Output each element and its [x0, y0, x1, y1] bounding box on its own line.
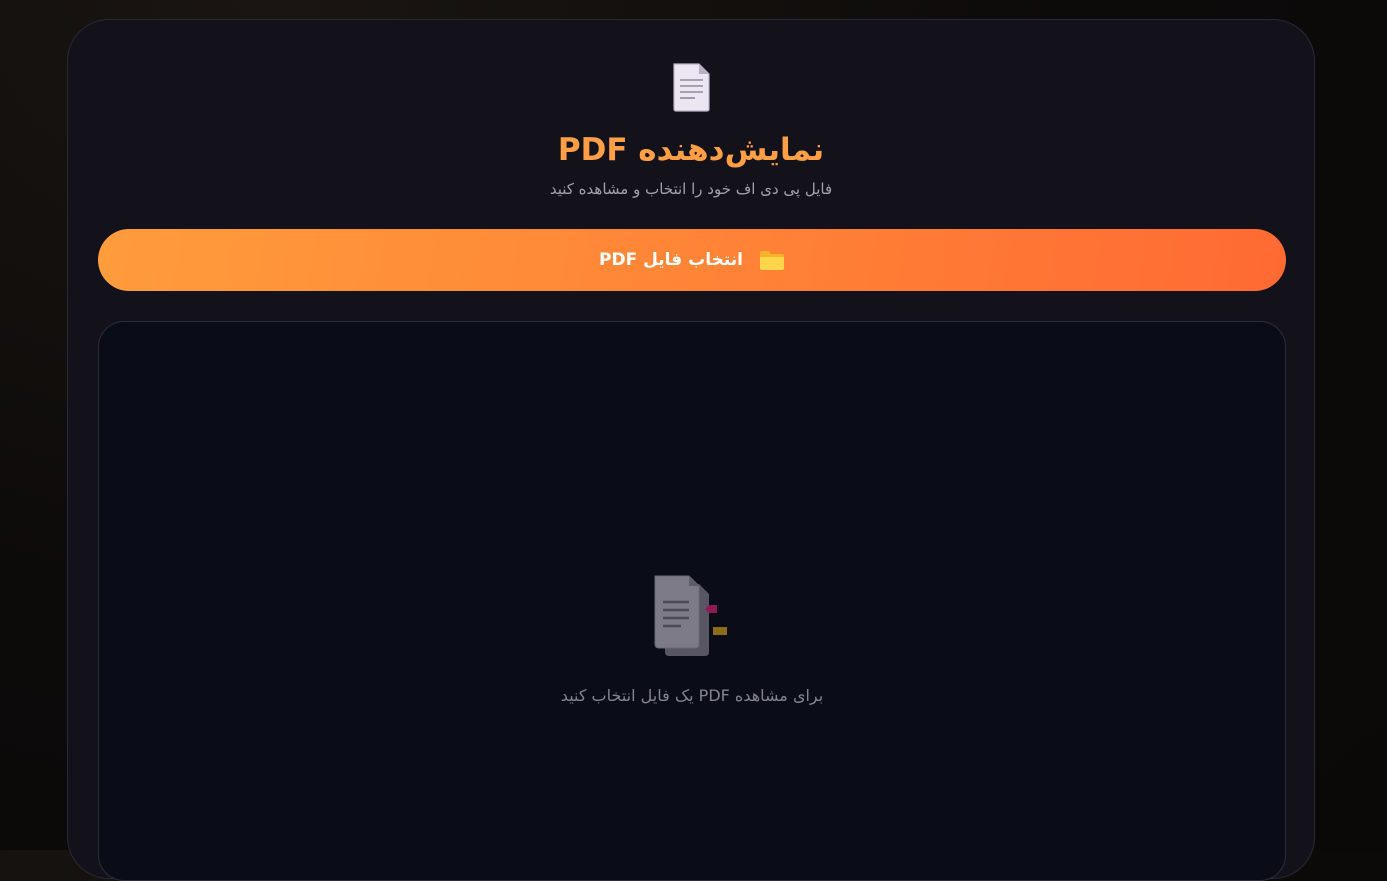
- page-facing-up-icon: [673, 63, 710, 112]
- pdf-viewer-area: برای مشاهده PDF یک فایل انتخاب کنید: [98, 321, 1286, 881]
- select-pdf-button[interactable]: انتخاب فایل PDF: [98, 229, 1286, 291]
- page-subtitle: فایل پی دی اف خود را انتخاب و مشاهده کنی…: [549, 180, 833, 198]
- folder-icon: [759, 251, 784, 270]
- pdf-viewer-card: نمایش‌دهنده PDF فایل پی دی اف خود را انت…: [67, 19, 1315, 881]
- select-pdf-label: انتخاب فایل PDF: [599, 250, 743, 270]
- empty-state-text: برای مشاهده PDF یک فایل انتخاب کنید: [560, 686, 824, 705]
- page-title: نمایش‌دهنده PDF: [557, 132, 825, 168]
- bookmark-tabs-icon: [654, 575, 727, 656]
